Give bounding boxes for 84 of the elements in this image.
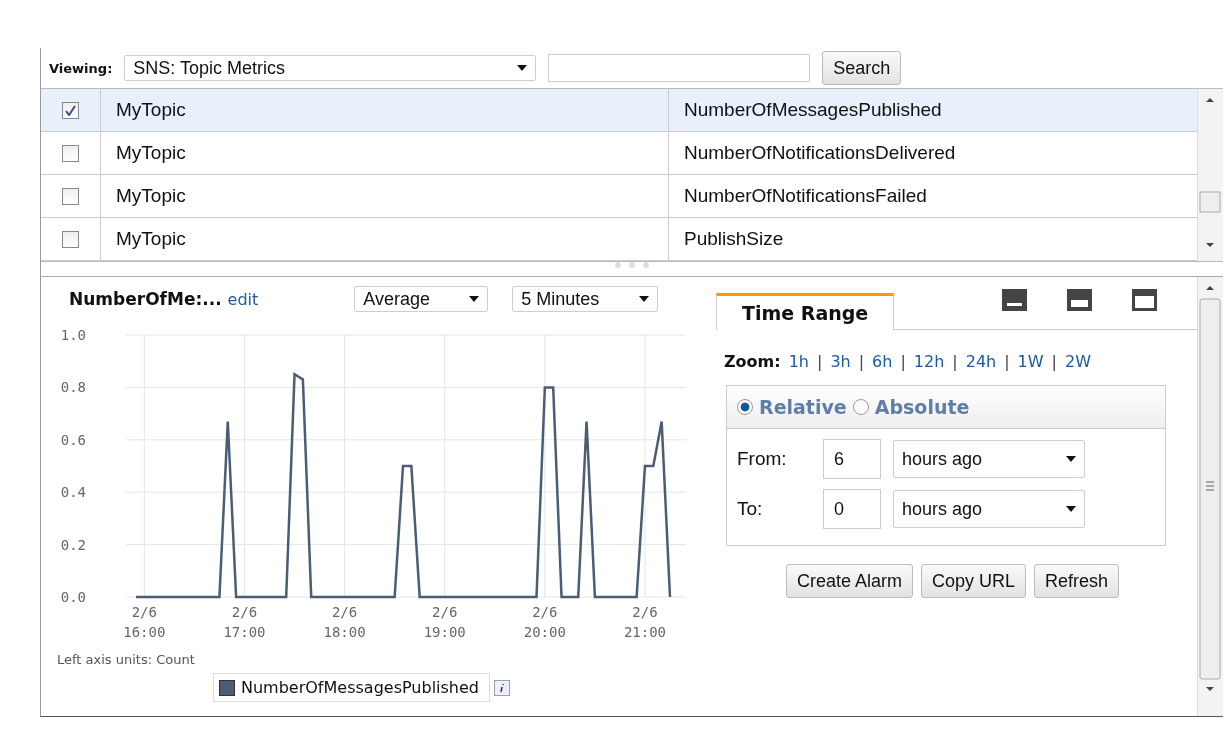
zoom-label: Zoom: [724, 352, 781, 371]
table-cell-text: NumberOfNotificationsFailed [683, 184, 928, 208]
radio-button[interactable] [852, 399, 869, 415]
scrollbar[interactable] [1197, 89, 1223, 261]
table-cell-text: PublishSize [683, 227, 785, 251]
unit-dropdown[interactable]: hours ago [893, 440, 1085, 478]
table-cell: MyTopic [101, 89, 669, 131]
field-label: From: [737, 448, 788, 470]
statistic-dropdown[interactable]: Average [354, 286, 489, 312]
link-separator: | [1051, 352, 1057, 371]
zoom-link[interactable]: 3h [830, 352, 851, 371]
caret-icon [469, 296, 480, 302]
axis-tick-label: 19:00 [423, 624, 466, 640]
table-cell: MyTopic [101, 218, 669, 260]
table-cell: MyTopic [101, 132, 669, 174]
axis-tick-label: 16:00 [123, 624, 166, 640]
table-row[interactable]: MyTopic NumberOfNotificationsFailed [41, 175, 1197, 218]
action-button[interactable]: Create Alarm [786, 564, 914, 598]
checkbox[interactable] [62, 230, 79, 248]
table-cell: MyTopic [101, 175, 669, 217]
search-field[interactable] [548, 54, 811, 82]
link-separator: | [952, 352, 958, 371]
search-button[interactable]: Search [822, 51, 902, 85]
link-separator: | [858, 352, 865, 371]
info-icon[interactable] [494, 679, 510, 696]
input-field[interactable]: 0 [823, 489, 881, 529]
axis-tick-label: 0.2 [60, 536, 86, 553]
edit-link[interactable]: edit [227, 289, 259, 309]
input-field[interactable]: 6 [823, 439, 881, 479]
axis-tick-label: 18:00 [323, 624, 366, 640]
caret-icon [1066, 456, 1076, 462]
axis-tick-label: 2/6 [131, 604, 157, 620]
legend-label: NumberOfMessagesPublished [241, 678, 479, 697]
metrics-dropdown[interactable]: SNS: Topic Metrics [124, 55, 537, 81]
checkbox[interactable] [62, 187, 79, 205]
table-row[interactable]: MyTopic NumberOfMessagesPublished [41, 89, 1197, 132]
checkbox[interactable] [62, 101, 79, 119]
axis-tick-label: 0.0 [60, 589, 86, 605]
axis-tick-label: 2/6 [432, 604, 458, 620]
table-row[interactable]: MyTopic NumberOfNotificationsDelivered [41, 132, 1197, 175]
checkbox[interactable] [62, 144, 79, 162]
axis-tick-label: 21:00 [623, 624, 667, 640]
zoom-link[interactable]: 2W [1065, 352, 1091, 371]
field-label: To: [737, 498, 764, 520]
axis-tick-label: 2/6 [632, 604, 658, 620]
axis-tick-label: 20:00 [523, 624, 566, 640]
link-separator: | [900, 352, 906, 371]
unit-dropdown[interactable]: hours ago [893, 490, 1085, 528]
action-button[interactable]: Refresh [1034, 564, 1120, 598]
axis-tick-label: 2/6 [532, 604, 558, 620]
link-separator: | [1004, 352, 1010, 371]
axis-tick-label: 2/6 [231, 604, 258, 620]
layout-icon[interactable] [1132, 289, 1157, 311]
viewing-label: Viewing: [49, 60, 113, 76]
caret-icon [639, 296, 650, 302]
axis-tick-label: 0.4 [60, 484, 86, 501]
graph-title: NumberOfMe:... [69, 289, 222, 309]
zoom-link[interactable]: 6h [872, 352, 893, 371]
layout-icon[interactable] [1002, 289, 1027, 311]
axis-units-label: Left axis units: Count [56, 652, 196, 667]
layout-icon[interactable] [1067, 289, 1092, 311]
table-cell-text: NumberOfNotificationsDelivered [683, 141, 957, 165]
axis-tick-label: 17:00 [223, 624, 266, 640]
caret-icon [517, 65, 528, 71]
link-separator: | [817, 352, 823, 371]
caret-icon [1066, 506, 1076, 512]
splitter-grip-icon[interactable] [612, 262, 652, 270]
table-cell-text: NumberOfMessagesPublished [683, 98, 943, 122]
scrollbar[interactable] [1197, 277, 1223, 716]
radio-label[interactable]: Absolute [874, 396, 970, 418]
axis-tick-label: 2/6 [331, 604, 358, 620]
axis-tick-label: 0.6 [60, 431, 86, 448]
radio-label[interactable]: Relative [759, 396, 847, 418]
period-dropdown[interactable]: 5 Minutes [512, 286, 659, 312]
zoom-link[interactable]: 12h [913, 352, 945, 371]
radio-button[interactable] [737, 399, 753, 415]
zoom-link[interactable]: 1h [788, 352, 809, 371]
table-row[interactable]: MyTopic PublishSize [41, 218, 1197, 261]
time-range-tab[interactable]: Time Range [716, 293, 895, 330]
axis-tick-label: 1.0 [60, 327, 86, 343]
zoom-link[interactable]: 1W [1017, 352, 1044, 371]
zoom-link[interactable]: 24h [965, 352, 997, 371]
axis-tick-label: 0.8 [60, 379, 86, 396]
action-button[interactable]: Copy URL [921, 564, 1027, 598]
